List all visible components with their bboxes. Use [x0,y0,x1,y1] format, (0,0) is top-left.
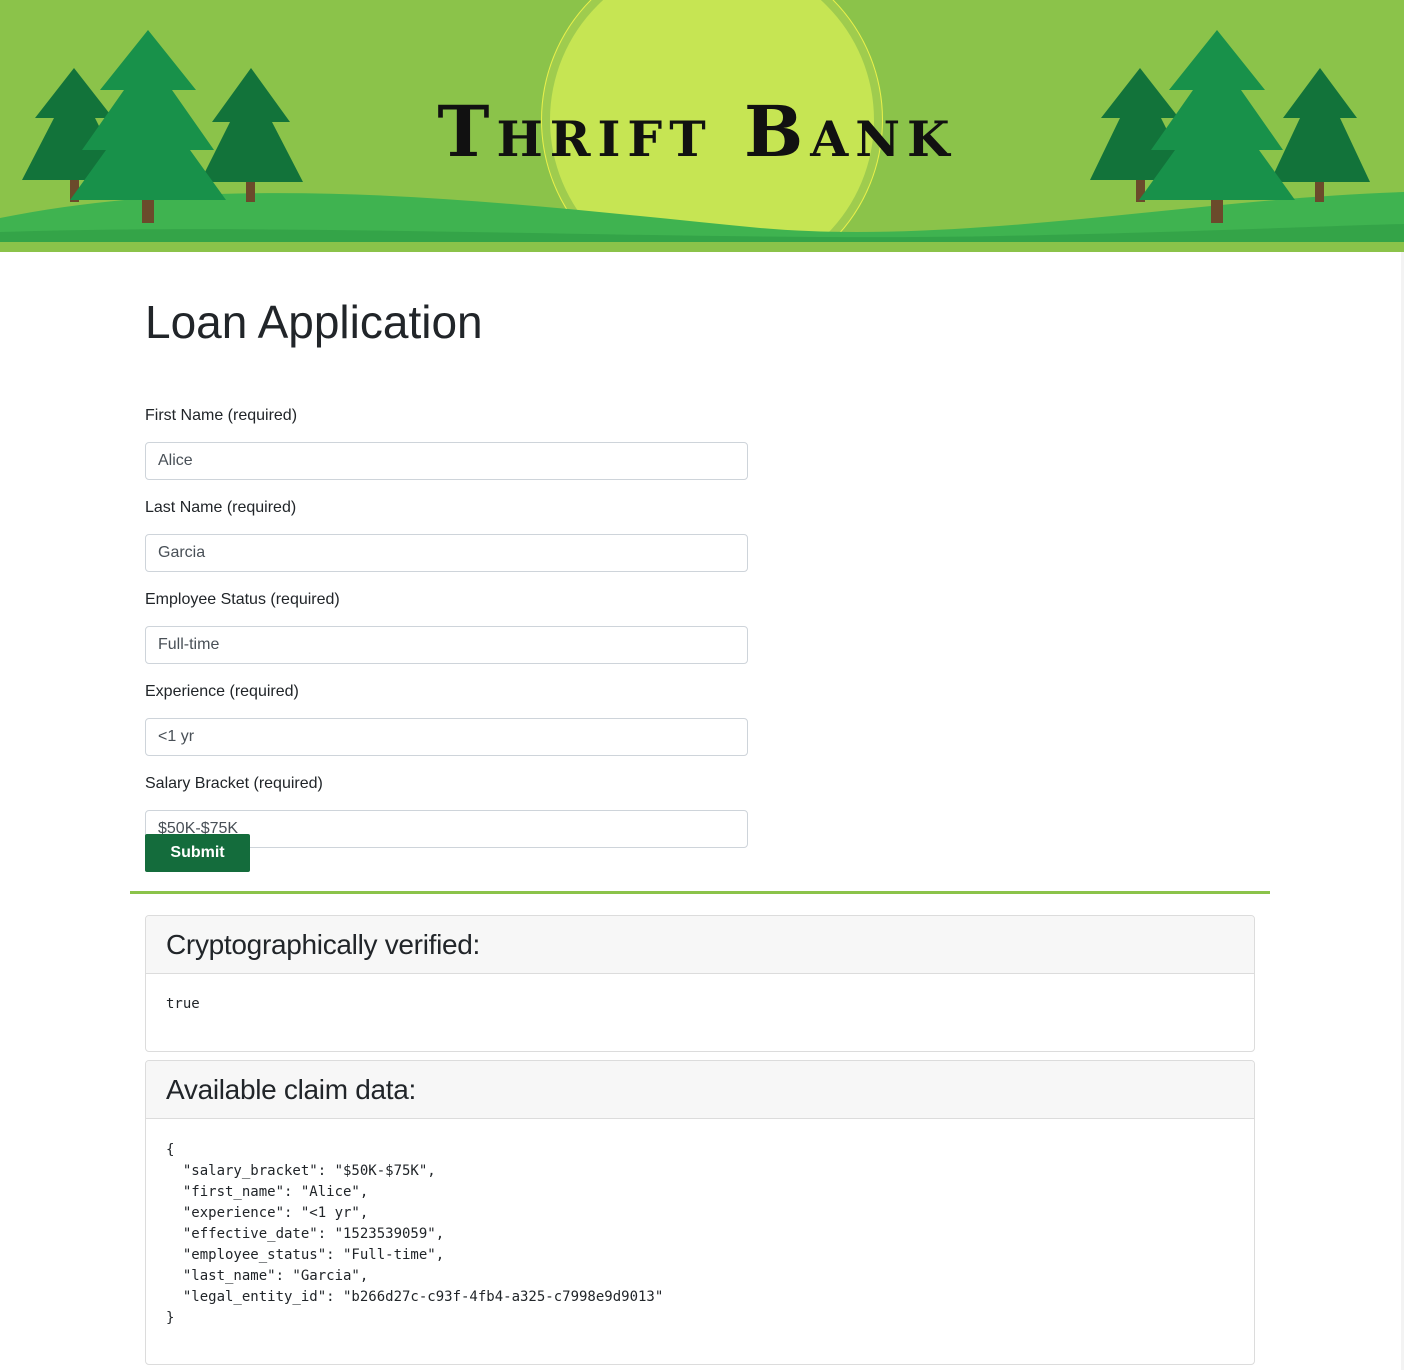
submit-button[interactable]: Submit [145,834,250,872]
employee-status-label: Employee Status (required) [145,591,340,608]
first-name-field: First Name (required) Alice [145,406,748,492]
verification-card: Cryptographically verified: true [145,915,1255,1052]
claims-card: Available claim data: { "salary_bracket"… [145,1060,1255,1365]
last-name-input[interactable]: Garcia [145,534,748,572]
claims-heading: Available claim data: [166,1074,416,1105]
experience-field: Experience (required) <1 yr [145,682,748,768]
header-banner: Thrift Bank [0,0,1404,252]
claims-json: { "salary_bracket": "$50K-$75K", "first_… [166,1142,664,1326]
last-name-label: Last Name (required) [145,499,297,516]
employee-status-field: Employee Status (required) Full-time [145,590,748,676]
page-title: Loan Application [145,296,483,348]
last-name-field: Last Name (required) Garcia [145,498,748,584]
section-divider [130,891,1270,894]
employee-status-input[interactable]: Full-time [145,626,748,664]
experience-input[interactable]: <1 yr [145,718,748,756]
claims-card-body: { "salary_bracket": "$50K-$75K", "first_… [146,1119,1254,1350]
verification-result: true [166,996,200,1012]
loan-application-form: First Name (required) Alice Last Name (r… [145,400,748,860]
verification-card-body: true [146,974,1254,1035]
first-name-label: First Name (required) [145,407,298,424]
bank-logo-title: Thrift Bank [437,90,957,173]
first-name-input[interactable]: Alice [145,442,748,480]
experience-label: Experience (required) [145,683,299,700]
salary-bracket-label: Salary Bracket (required) [145,775,323,792]
verification-card-header: Cryptographically verified: [146,916,1254,974]
claims-card-header: Available claim data: [146,1061,1254,1119]
verification-heading: Cryptographically verified: [166,929,481,960]
